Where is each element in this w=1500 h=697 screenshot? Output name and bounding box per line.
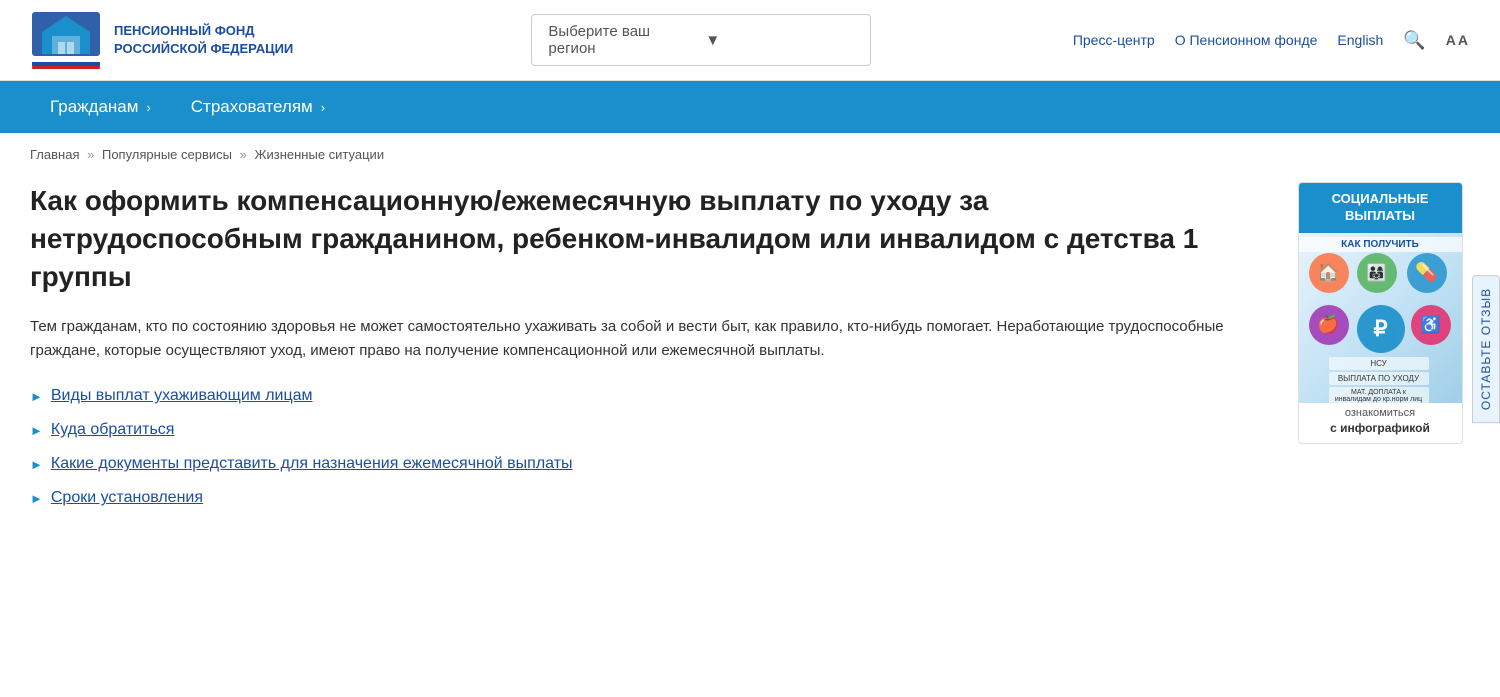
nav-bar: Гражданам › Страхователям › [0,81,1500,133]
nav-item-citizens[interactable]: Гражданам › [30,81,171,133]
list-item: ► Сроки установления [30,489,1260,507]
infographic-sub-label: КАК ПОЛУЧИТЬ [1299,237,1462,252]
region-select[interactable]: Выберите ваш регион ▼ [531,14,871,66]
infographic-cta-2: с инфографикой [1299,421,1462,443]
header-right: Пресс-центр О Пенсионном фонде English 🔍… [1073,30,1470,51]
infographic-header: СОЦИАЛЬНЫЕ ВЫПЛАТЫ [1299,183,1462,233]
logo-icon [30,10,102,70]
nav-chevron-citizens: › [146,100,150,115]
breadcrumb: Главная » Популярные сервисы » Жизненные… [0,133,1500,172]
list-item: ► Куда обратиться [30,421,1260,439]
arrow-icon-4: ► [30,491,43,506]
arrow-icon-1: ► [30,389,43,404]
region-placeholder: Выберите ваш регион [548,23,697,57]
header: ПЕНСИОННЫЙ ФОНД РОССИЙСКОЙ ФЕДЕРАЦИИ Выб… [0,0,1500,81]
search-icon[interactable]: 🔍 [1403,30,1425,51]
breadcrumb-home[interactable]: Главная [30,147,79,162]
breadcrumb-popular[interactable]: Популярные сервисы [102,147,232,162]
nav-item-insurers[interactable]: Страхователям › [171,81,345,133]
font-size-control[interactable]: АА [1446,32,1470,48]
press-center-link[interactable]: Пресс-центр [1073,32,1155,48]
content-left: Как оформить компенсационную/ежемесячную… [30,182,1260,507]
content-right: СОЦИАЛЬНЫЕ ВЫПЛАТЫ КАК ПОЛУЧИТЬ 🏠 👨‍👩‍👧 … [1290,182,1470,507]
breadcrumb-life: Жизненные ситуации [254,147,384,162]
logo-area: ПЕНСИОННЫЙ ФОНД РОССИЙСКОЙ ФЕДЕРАЦИИ [30,10,330,70]
region-select-area: Выберите ваш регион ▼ [330,14,1073,66]
page-title: Как оформить компенсационную/ежемесячную… [30,182,1260,295]
about-fund-link[interactable]: О Пенсионном фонде [1175,32,1318,48]
link-1[interactable]: Виды выплат ухаживающим лицам [51,387,313,405]
links-list: ► Виды выплат ухаживающим лицам ► Куда о… [30,387,1260,507]
infographic-image: КАК ПОЛУЧИТЬ 🏠 👨‍👩‍👧 💊 🍎 ₽ ♿ НСУ ВЫПЛАТА… [1299,233,1462,403]
english-link[interactable]: English [1337,32,1383,48]
arrow-icon-3: ► [30,457,43,472]
list-item: ► Какие документы представить для назнач… [30,455,1260,473]
page-description: Тем гражданам, кто по состоянию здоровья… [30,315,1250,363]
link-3[interactable]: Какие документы представить для назначен… [51,455,573,473]
arrow-icon-2: ► [30,423,43,438]
main-content: Как оформить компенсационную/ежемесячную… [0,172,1500,537]
infographic-card: СОЦИАЛЬНЫЕ ВЫПЛАТЫ КАК ПОЛУЧИТЬ 🏠 👨‍👩‍👧 … [1298,182,1463,444]
breadcrumb-sep2: » [240,147,247,162]
chevron-down-icon: ▼ [705,32,854,49]
link-2[interactable]: Куда обратиться [51,421,175,439]
breadcrumb-sep1: » [87,147,94,162]
infographic-cta-1: ознакомиться [1299,403,1462,421]
side-tab[interactable]: ОСТАВЬТЕ ОТЗЫВ [1472,274,1500,422]
logo-text: ПЕНСИОННЫЙ ФОНД РОССИЙСКОЙ ФЕДЕРАЦИИ [114,22,293,58]
link-4[interactable]: Сроки установления [51,489,203,507]
list-item: ► Виды выплат ухаживающим лицам [30,387,1260,405]
nav-chevron-insurers: › [321,100,325,115]
